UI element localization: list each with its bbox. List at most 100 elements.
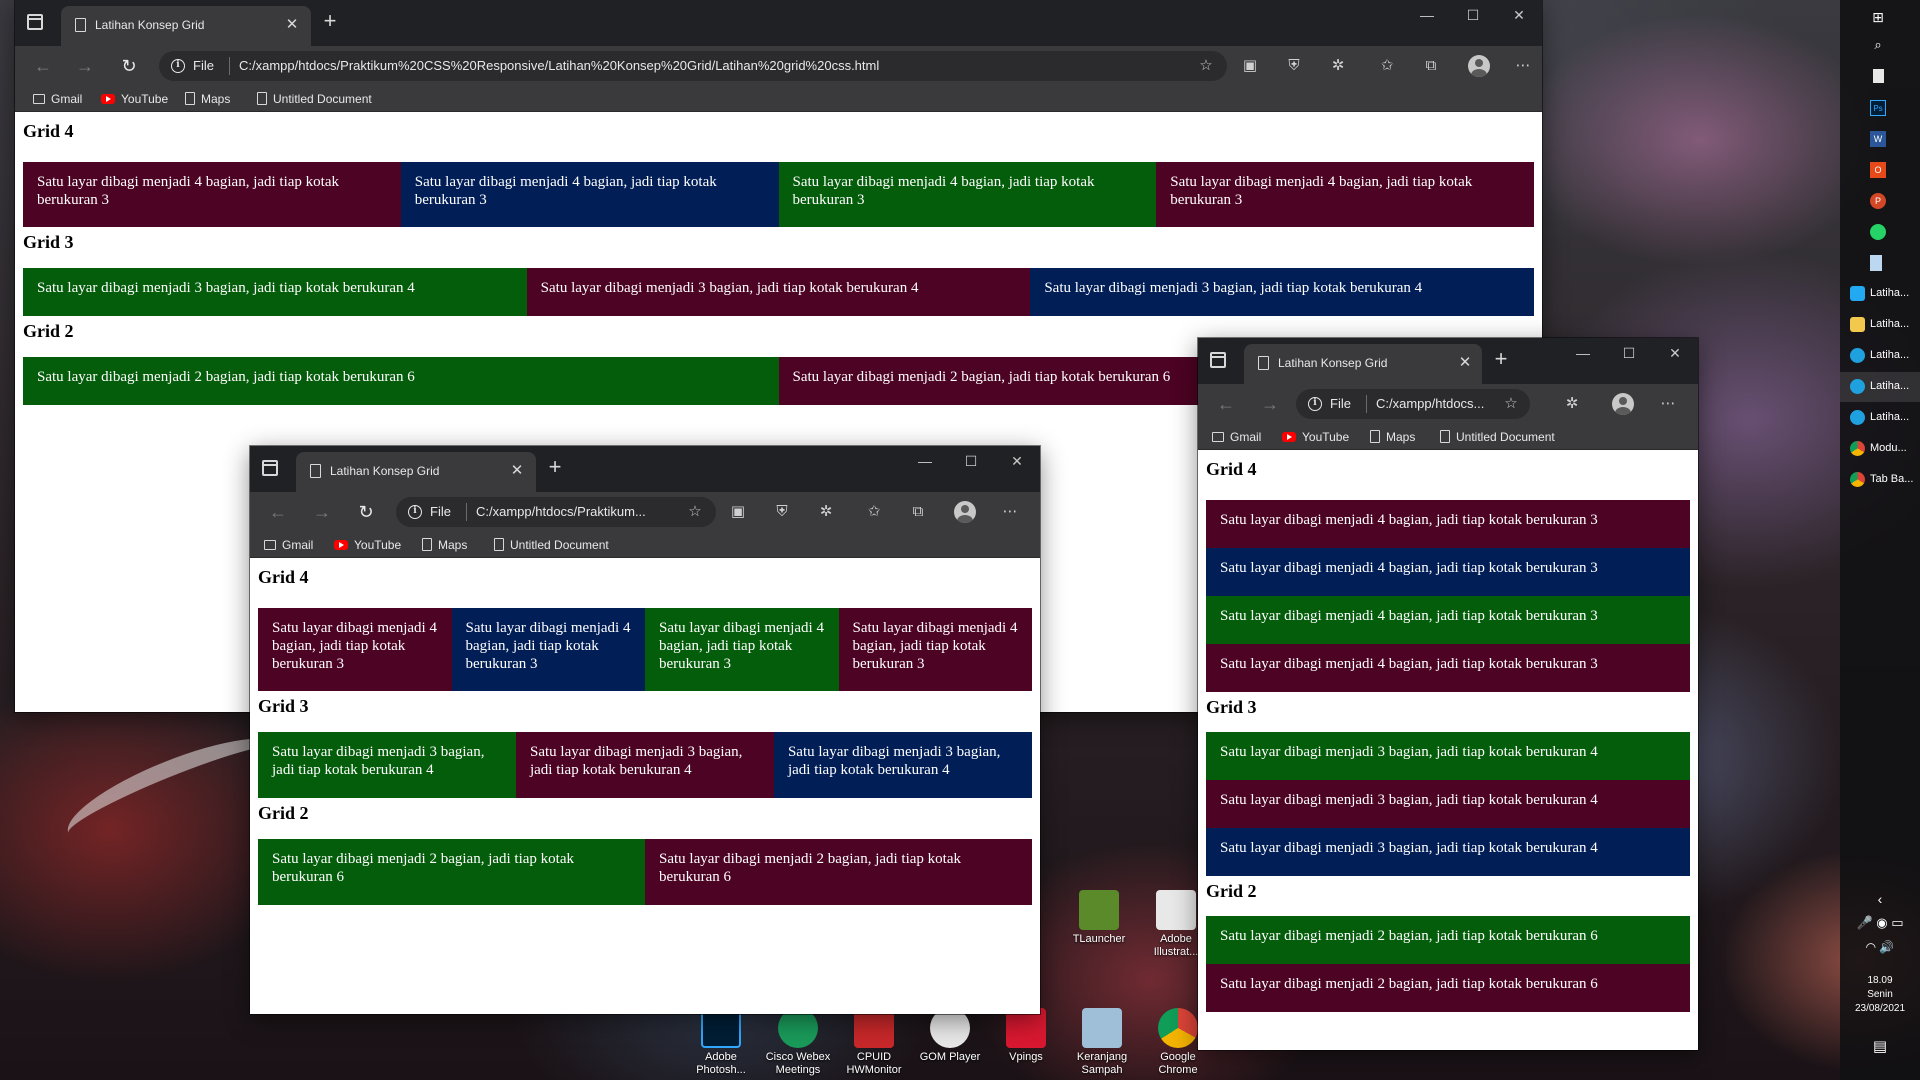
- back-icon[interactable]: ←: [264, 498, 292, 526]
- show-hidden-icons-chevron-icon[interactable]: ‹: [1840, 892, 1920, 906]
- address-bar[interactable]: i File C:/xampp/htdocs/Praktikum... ☆: [396, 497, 716, 527]
- tab-latihan-konsep-grid[interactable]: Latihan Konsep Grid ✕: [61, 6, 311, 46]
- close-window-icon[interactable]: ✕: [994, 446, 1040, 476]
- more-icon[interactable]: ⋯: [1513, 56, 1533, 76]
- minimize-icon[interactable]: —: [1404, 0, 1450, 30]
- tab-actions-icon[interactable]: [27, 14, 43, 30]
- taskbar-app-edge-3[interactable]: Latiha...: [1840, 403, 1920, 433]
- taskbar-app-edge-1[interactable]: Latiha...: [1840, 341, 1920, 371]
- extensions-icon[interactable]: ✲: [1562, 394, 1582, 414]
- url-text[interactable]: C:/xampp/htdocs/Praktikum%20CSS%20Respon…: [239, 58, 1139, 73]
- toolbar: ← → ↻ i File C:/xampp/htdocs/Praktikum..…: [250, 492, 1040, 532]
- forward-icon[interactable]: →: [1256, 390, 1284, 418]
- add-favorite-icon[interactable]: ☆: [1502, 395, 1520, 413]
- extensions-icon[interactable]: ✲: [816, 502, 836, 522]
- desktop-icon-webex[interactable]: Cisco Webex Meetings: [762, 1008, 834, 1077]
- reading-view-icon[interactable]: ▣: [1240, 56, 1260, 76]
- profile-icon[interactable]: [1612, 393, 1634, 415]
- tab-latihan-konsep-grid[interactable]: Latihan Konsep Grid ✕: [1244, 344, 1482, 384]
- tracking-icon[interactable]: ⛨: [1284, 56, 1304, 76]
- collections-icon[interactable]: ⧉: [908, 502, 928, 522]
- forward-icon[interactable]: →: [71, 52, 99, 80]
- tray-icons[interactable]: 🎤 ◉ ▭: [1840, 916, 1920, 930]
- desktop-icon-photoshop[interactable]: Adobe Photosh...: [685, 1008, 757, 1077]
- taskbar-app-vscode[interactable]: Latiha...: [1840, 279, 1920, 309]
- bookmark-youtube[interactable]: YouTube: [101, 90, 168, 108]
- info-icon[interactable]: i: [1308, 397, 1322, 411]
- taskbar-app-chrome-2[interactable]: Tab Ba...: [1840, 465, 1920, 495]
- back-icon[interactable]: ←: [29, 52, 57, 80]
- tab-close-icon[interactable]: ✕: [283, 16, 301, 34]
- taskbar-app-explorer[interactable]: Latiha...: [1840, 310, 1920, 340]
- desktop-icon-vpings[interactable]: Vpings: [990, 1008, 1062, 1064]
- refresh-icon[interactable]: ↻: [115, 52, 143, 80]
- taskbar-app-chrome-1[interactable]: Modu...: [1840, 434, 1920, 464]
- bookmark-maps[interactable]: Maps: [1370, 428, 1415, 446]
- profile-icon[interactable]: [954, 501, 976, 523]
- refresh-icon[interactable]: ↻: [352, 498, 380, 526]
- info-icon[interactable]: i: [408, 505, 422, 519]
- new-tab-icon[interactable]: +: [317, 8, 343, 34]
- close-window-icon[interactable]: ✕: [1652, 338, 1698, 368]
- address-bar[interactable]: i File C:/xampp/htdocs... ☆: [1296, 389, 1530, 419]
- more-icon[interactable]: ⋯: [1000, 502, 1020, 522]
- tab-close-icon[interactable]: ✕: [508, 462, 526, 480]
- clock[interactable]: 18.09 Senin 23/08/2021: [1840, 974, 1920, 1016]
- tab-actions-icon[interactable]: [1210, 352, 1226, 368]
- bookmark-untitled-document[interactable]: Untitled Document: [257, 90, 372, 108]
- pinned-office[interactable]: O: [1840, 155, 1920, 185]
- pinned-powerpoint[interactable]: P: [1840, 186, 1920, 216]
- bookmark-untitled-document[interactable]: Untitled Document: [1440, 428, 1555, 446]
- bookmark-maps[interactable]: Maps: [422, 536, 467, 554]
- back-icon[interactable]: ←: [1212, 390, 1240, 418]
- minimize-icon[interactable]: —: [902, 446, 948, 476]
- maximize-icon[interactable]: ☐: [1450, 0, 1496, 30]
- close-window-icon[interactable]: ✕: [1496, 0, 1542, 30]
- pinned-file-explorer[interactable]: [1840, 62, 1920, 92]
- tab-close-icon[interactable]: ✕: [1456, 354, 1474, 372]
- tracking-icon[interactable]: ⛨: [772, 502, 792, 522]
- bookmark-maps[interactable]: Maps: [185, 90, 230, 108]
- url-text[interactable]: C:/xampp/htdocs/Praktikum...: [476, 504, 676, 519]
- maximize-icon[interactable]: ☐: [948, 446, 994, 476]
- bookmark-youtube[interactable]: YouTube: [334, 536, 401, 554]
- notifications-icon[interactable]: ▤: [1840, 1039, 1920, 1054]
- tab-latihan-konsep-grid[interactable]: Latihan Konsep Grid ✕: [296, 452, 536, 492]
- pinned-whatsapp[interactable]: [1840, 217, 1920, 247]
- youtube-icon: [1282, 431, 1296, 442]
- forward-icon[interactable]: →: [308, 498, 336, 526]
- pinned-photoshop[interactable]: Ps: [1840, 93, 1920, 123]
- info-icon[interactable]: i: [171, 59, 185, 73]
- address-bar[interactable]: i File C:/xampp/htdocs/Praktikum%20CSS%2…: [159, 51, 1227, 81]
- network-volume-icon[interactable]: ◠ 🔊: [1840, 940, 1920, 954]
- desktop-icon-gomplayer[interactable]: GOM Player: [914, 1008, 986, 1064]
- reading-view-icon[interactable]: ▣: [728, 502, 748, 522]
- profile-icon[interactable]: [1468, 55, 1490, 77]
- maximize-icon[interactable]: ☐: [1606, 338, 1652, 368]
- new-tab-icon[interactable]: +: [1488, 346, 1514, 372]
- pinned-notepad[interactable]: [1840, 248, 1920, 278]
- favorites-icon[interactable]: ✩: [864, 502, 884, 522]
- desktop-icon-hwmonitor[interactable]: CPUID HWMonitor: [838, 1008, 910, 1077]
- url-text[interactable]: C:/xampp/htdocs...: [1376, 396, 1500, 411]
- tab-actions-icon[interactable]: [262, 460, 278, 476]
- collections-icon[interactable]: ⧉: [1421, 56, 1441, 76]
- bookmark-untitled-document[interactable]: Untitled Document: [494, 536, 609, 554]
- desktop-icon-recycle-bin[interactable]: Keranjang Sampah: [1066, 1008, 1138, 1077]
- bookmark-gmail[interactable]: Gmail: [33, 90, 82, 108]
- search-button[interactable]: ⌕: [1840, 30, 1920, 60]
- bookmark-gmail[interactable]: Gmail: [264, 536, 313, 554]
- start-button[interactable]: ⊞: [1840, 2, 1920, 32]
- bookmark-youtube[interactable]: YouTube: [1282, 428, 1349, 446]
- favorites-icon[interactable]: ✩: [1377, 56, 1397, 76]
- new-tab-icon[interactable]: +: [542, 454, 568, 480]
- add-favorite-icon[interactable]: ☆: [1197, 57, 1215, 75]
- taskbar-app-edge-2[interactable]: Latiha...: [1840, 372, 1920, 402]
- bookmark-gmail[interactable]: Gmail: [1212, 428, 1261, 446]
- desktop-icon-tlauncher[interactable]: TLauncher: [1063, 890, 1135, 946]
- add-favorite-icon[interactable]: ☆: [686, 503, 704, 521]
- minimize-icon[interactable]: —: [1560, 338, 1606, 368]
- pinned-word[interactable]: W: [1840, 124, 1920, 154]
- more-icon[interactable]: ⋯: [1658, 394, 1678, 414]
- extensions-icon[interactable]: ✲: [1328, 56, 1348, 76]
